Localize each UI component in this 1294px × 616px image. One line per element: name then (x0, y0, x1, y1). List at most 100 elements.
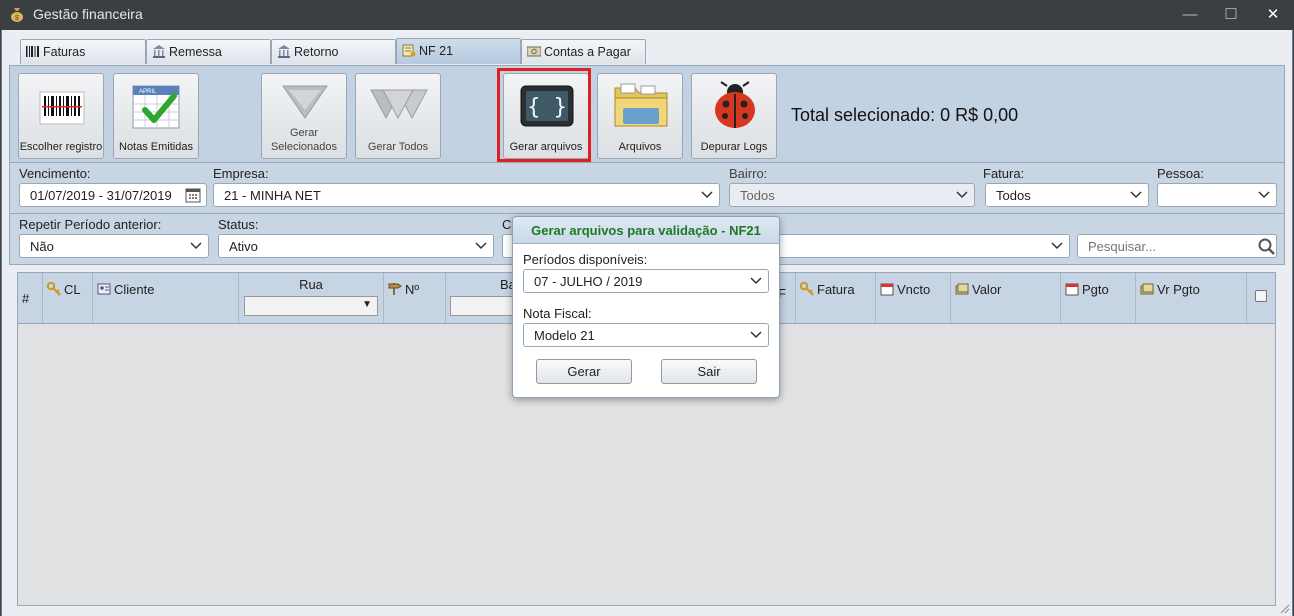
col-index-label: # (22, 291, 30, 306)
maximize-button[interactable]: ☐ (1217, 4, 1245, 26)
filter-divider (10, 213, 1284, 214)
fatura-label: Fatura: (983, 166, 1025, 181)
repetir-periodo-label: Repetir Período anterior: (19, 217, 162, 232)
vencimento-label: Vencimento: (19, 166, 91, 181)
resize-grip-icon[interactable] (1280, 604, 1290, 614)
chevron-down-icon (956, 191, 968, 199)
rua-filter-select[interactable]: ▼ (244, 296, 378, 316)
invoice-icon (402, 44, 416, 57)
chevron-down-icon (190, 242, 202, 250)
depurar-logs-button[interactable]: Depurar Logs (691, 73, 777, 159)
calendar-icon (1065, 283, 1079, 296)
repetir-periodo-value: Não (30, 239, 54, 254)
col-cliente-header[interactable]: Cliente (93, 273, 239, 323)
col-pgto-label: Pgto (1082, 282, 1109, 297)
pessoa-label: Pessoa: (1157, 166, 1204, 181)
dropdown-arrow-icon: ▼ (362, 299, 372, 310)
search-input[interactable] (1077, 234, 1277, 258)
tab-retorno[interactable]: Retorno (271, 39, 396, 64)
gerar-selecionados-button[interactable]: Gerar Selecionados (261, 73, 347, 159)
select-all-checkbox[interactable] (1255, 290, 1267, 302)
col-valor-header[interactable]: Valor (951, 273, 1061, 323)
button-label: Gerar Selecionados (270, 127, 338, 153)
tab-label: NF 21 (419, 44, 454, 58)
ladybug-icon (715, 81, 755, 128)
tab-label: Contas a Pagar (544, 45, 631, 59)
folder-icon (614, 83, 668, 127)
col-vncto-header[interactable]: Vncto (876, 273, 951, 323)
bank-icon (278, 45, 290, 58)
button-label: Arquivos (618, 141, 662, 153)
col-fatura-label: Fatura (817, 282, 855, 297)
col-numero-header[interactable]: Nº (384, 273, 446, 323)
periodo-value: 07 - JULHO / 2019 (534, 274, 643, 289)
status-value: Ativo (229, 239, 258, 254)
gerar-button[interactable]: Gerar (536, 359, 632, 384)
money-bag-icon: $ (11, 8, 23, 22)
bairro-filter-select[interactable] (450, 296, 518, 316)
col-cl-label: CL (64, 282, 81, 297)
bank-icon (153, 45, 165, 58)
tab-remessa[interactable]: Remessa (146, 39, 271, 64)
nota-fiscal-select[interactable]: Modelo 21 (523, 323, 769, 347)
notas-emitidas-button[interactable]: APRIL Notas Emitidas (113, 73, 199, 159)
minimize-button[interactable]: — (1176, 4, 1204, 26)
col-valor-label: Valor (972, 282, 1002, 297)
calendar-icon[interactable] (185, 187, 201, 203)
col-rua-header[interactable]: Rua ▼ (239, 273, 384, 323)
sair-button[interactable]: Sair (661, 359, 757, 384)
calendar-check-icon: APRIL (132, 85, 180, 129)
dialog-title: Gerar arquivos para validação - NF21 (513, 217, 779, 244)
nota-fiscal-label: Nota Fiscal: (523, 306, 592, 321)
chevron-down-icon (1258, 191, 1270, 199)
chevron-down-icon (750, 277, 762, 285)
button-label: Gerar Todos (367, 141, 429, 153)
toolbar: Escolher registro APRIL Notas Emitidas G… (9, 65, 1285, 163)
gerar-arquivos-dialog: Gerar arquivos para validação - NF21 Per… (512, 216, 780, 398)
periodos-label: Períodos disponíveis: (523, 252, 648, 267)
chevron-down-icon (701, 191, 713, 199)
col-numero-label: Nº (405, 282, 420, 297)
col-vncto-label: Vncto (897, 282, 931, 297)
bairro-value: Todos (740, 188, 775, 203)
col-select-all-header (1247, 273, 1275, 323)
arquivos-button[interactable]: Arquivos (597, 73, 683, 159)
col-vr-pgto-label: Vr Pgto (1157, 282, 1200, 297)
empresa-label: Empresa: (213, 166, 269, 181)
calendar-month-text: APRIL (139, 89, 157, 95)
gerar-todos-button[interactable]: Gerar Todos (355, 73, 441, 159)
bairro-label: Bairro: (729, 166, 768, 181)
empresa-select[interactable]: 21 - MINHA NET (213, 183, 720, 207)
vencimento-value: 01/07/2019 - 31/07/2019 (30, 188, 172, 203)
col-cl-header[interactable]: CL (43, 273, 93, 323)
bill-icon (527, 46, 541, 57)
bairro-select[interactable]: Todos (729, 183, 975, 207)
chevron-down-icon (1051, 242, 1063, 250)
periodo-select[interactable]: 07 - JULHO / 2019 (523, 269, 769, 293)
col-vr-pgto-header[interactable]: Vr Pgto (1136, 273, 1247, 323)
pessoa-select[interactable] (1157, 183, 1277, 207)
window-titlebar: $ Gestão financeira — ☐ ✕ (0, 0, 1294, 30)
nota-fiscal-value: Modelo 21 (534, 328, 595, 343)
col-fatura-header[interactable]: Fatura (796, 273, 876, 323)
fatura-select[interactable]: Todos (985, 183, 1149, 207)
repetir-periodo-select[interactable]: Não (19, 234, 209, 258)
vencimento-date-range-input[interactable]: 01/07/2019 - 31/07/2019 (19, 183, 207, 207)
escolher-registro-button[interactable]: Escolher registro (18, 73, 104, 159)
button-label: Depurar Logs (700, 141, 768, 153)
close-button[interactable]: ✕ (1259, 4, 1287, 26)
svg-text:$: $ (15, 15, 19, 22)
col-pgto-header[interactable]: Pgto (1061, 273, 1136, 323)
cash-icon (1140, 283, 1154, 295)
search-icon[interactable] (1258, 238, 1275, 255)
col-index-header[interactable]: # (18, 273, 43, 323)
status-select[interactable]: Ativo (218, 234, 494, 258)
fatura-value: Todos (996, 188, 1031, 203)
chevron-down-icon (475, 242, 487, 250)
contact-card-icon (97, 283, 111, 295)
tab-nf21[interactable]: NF 21 (396, 38, 521, 64)
tab-faturas[interactable]: Faturas (20, 39, 146, 64)
tab-label: Faturas (43, 45, 86, 59)
empresa-value: 21 - MINHA NET (224, 188, 321, 203)
tab-contas-a-pagar[interactable]: Contas a Pagar (521, 39, 646, 64)
